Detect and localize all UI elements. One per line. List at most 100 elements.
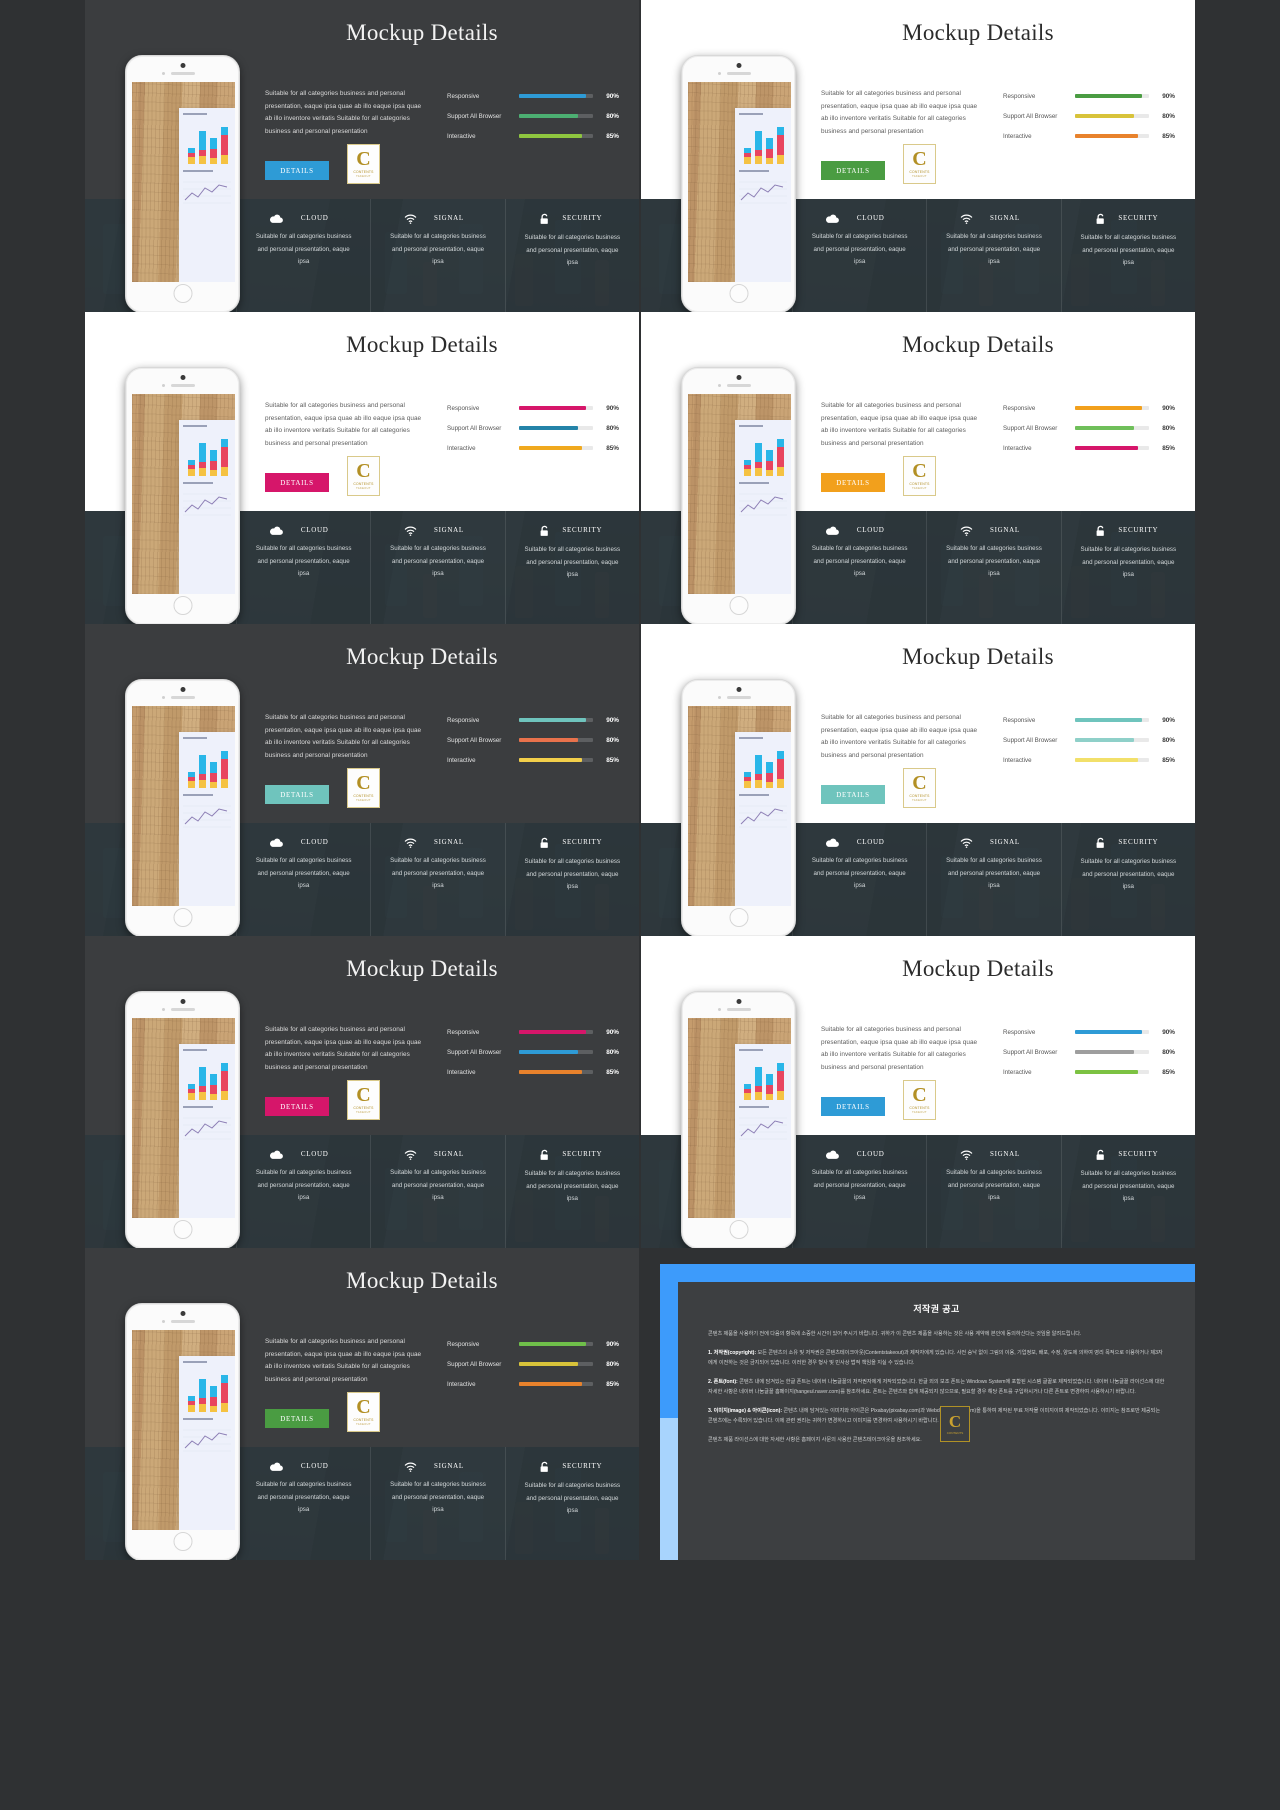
feature-signal[interactable]: SIGNAL Suitable for all categories busine…	[370, 1135, 504, 1248]
wifi-icon	[404, 1149, 417, 1160]
phone-mockup	[125, 679, 240, 936]
phone-mockup	[125, 367, 240, 624]
phone-home-button	[729, 908, 748, 927]
feature-security[interactable]: SECURITY Suitable for all categories busi…	[504, 823, 639, 936]
feature-cloud[interactable]: CLOUD Suitable for all categories busines…	[236, 823, 370, 936]
mockup-slide-7[interactable]: Mockup Details Suitable for all categori…	[85, 936, 639, 1248]
feature-head: CLOUD	[793, 837, 926, 848]
stat-label: Interactive	[1003, 756, 1032, 764]
copyright-intro: 콘텐츠 제품을 사용하기 전에 다음의 항목에 소중한 시간이 있어 주시기 바…	[708, 1331, 1082, 1337]
details-button[interactable]: DETAILS	[265, 473, 329, 492]
feature-desc: Suitable for all categories business and…	[255, 233, 352, 265]
feature-head: CLOUD	[237, 837, 370, 848]
feature-security[interactable]: SECURITY Suitable for all categories busi…	[504, 199, 639, 312]
mockup-slide-4[interactable]: Mockup Details Suitable for all categori…	[641, 312, 1195, 624]
stat-track	[1075, 1050, 1149, 1054]
feature-cloud[interactable]: CLOUD Suitable for all categories busines…	[792, 511, 926, 624]
feature-cloud[interactable]: CLOUD Suitable for all categories busines…	[236, 199, 370, 312]
feature-signal[interactable]: SIGNAL Suitable for all categories busine…	[370, 823, 504, 936]
phone-home-button	[173, 908, 192, 927]
chart-subtitle-placeholder	[739, 170, 769, 172]
feature-cloud[interactable]: CLOUD Suitable for all categories busines…	[236, 1447, 370, 1560]
phone-speaker	[170, 72, 195, 75]
chart-sheet	[179, 1044, 235, 1218]
feature-security[interactable]: SECURITY Suitable for all categories busi…	[1060, 1135, 1195, 1248]
feature-signal[interactable]: SIGNAL Suitable for all categories busine…	[370, 511, 504, 624]
feature-signal[interactable]: SIGNAL Suitable for all categories busine…	[370, 199, 504, 312]
phone-camera-icon	[736, 999, 741, 1004]
feature-head: SIGNAL	[371, 1461, 504, 1472]
feature-signal[interactable]: SIGNAL Suitable for all categories busine…	[926, 199, 1060, 312]
feature-desc: Suitable for all categories business and…	[255, 545, 352, 577]
stat-fill	[1075, 94, 1142, 98]
copyright-slide[interactable]: 저작권 공고 콘텐츠 제품을 사용하기 전에 다음의 항목에 소중한 시간이 있어…	[641, 1248, 1195, 1560]
feature-cloud[interactable]: CLOUD Suitable for all categories busines…	[236, 511, 370, 624]
feature-security[interactable]: SECURITY Suitable for all categories busi…	[504, 1447, 639, 1560]
details-button[interactable]: DETAILS	[265, 1097, 329, 1116]
details-button[interactable]: DETAILS	[821, 1097, 885, 1116]
bar-chart	[188, 1368, 231, 1412]
feature-desc: Suitable for all categories business and…	[1080, 858, 1177, 890]
copyright-item-1: 1. 저작권(copyright): 모든 콘텐츠의 소유 및 저작권은 콘텐츠…	[708, 1350, 1163, 1366]
stat-label: Support All Browser	[1003, 112, 1058, 120]
line-chart	[183, 1429, 231, 1452]
feature-cloud[interactable]: CLOUD Suitable for all categories busines…	[236, 1135, 370, 1248]
line-chart	[739, 805, 787, 828]
feature-signal[interactable]: SIGNAL Suitable for all categories busine…	[926, 823, 1060, 936]
badge-label: CONTENTS	[909, 1106, 930, 1110]
feature-desc: Suitable for all categories business and…	[1080, 1170, 1177, 1202]
details-button[interactable]: DETAILS	[265, 1409, 329, 1428]
line-chart	[739, 493, 787, 516]
badge-label: CONTENTS	[353, 482, 374, 486]
phone-mockup	[681, 55, 796, 312]
mockup-slide-9[interactable]: Mockup Details Suitable for all categori…	[85, 1248, 639, 1560]
feature-security[interactable]: SECURITY Suitable for all categories busi…	[1060, 511, 1195, 624]
contents-badge: C CONTENTS TAKEOUT	[347, 1392, 380, 1432]
badge-letter: C	[912, 772, 927, 794]
details-button[interactable]: DETAILS	[265, 161, 329, 180]
badge-sublabel: TAKEOUT	[912, 799, 927, 802]
chart-subtitle-placeholder	[183, 1106, 213, 1108]
line-chart	[739, 181, 787, 204]
stat-label: Responsive	[1003, 404, 1036, 412]
feature-security[interactable]: SECURITY Suitable for all categories busi…	[504, 511, 639, 624]
mockup-slide-5[interactable]: Mockup Details Suitable for all categori…	[85, 624, 639, 936]
mockup-slide-8[interactable]: Mockup Details Suitable for all categori…	[641, 936, 1195, 1248]
stat-track	[519, 114, 593, 118]
feature-name: CLOUD	[856, 1150, 885, 1158]
chart-sheet	[179, 108, 235, 282]
feature-desc: Suitable for all categories business and…	[255, 1481, 352, 1513]
badge-label: CONTENTS	[353, 1418, 374, 1422]
feature-security[interactable]: SECURITY Suitable for all categories busi…	[1060, 823, 1195, 936]
feature-cloud[interactable]: CLOUD Suitable for all categories busines…	[792, 199, 926, 312]
details-button[interactable]: DETAILS	[821, 161, 885, 180]
details-button[interactable]: DETAILS	[265, 785, 329, 804]
mockup-slide-6[interactable]: Mockup Details Suitable for all categori…	[641, 624, 1195, 936]
mockup-slide-3[interactable]: Mockup Details Suitable for all categori…	[85, 312, 639, 624]
stat-row-responsive: Responsive 90%	[447, 1334, 622, 1354]
copyright-item-title: 3. 이미지(image) & 아이콘(icon):	[708, 1408, 783, 1414]
stat-fill	[519, 758, 582, 762]
feature-cloud[interactable]: CLOUD Suitable for all categories busines…	[792, 1135, 926, 1248]
feature-signal[interactable]: SIGNAL Suitable for all categories busine…	[926, 511, 1060, 624]
copyright-panel: 저작권 공고 콘텐츠 제품을 사용하기 전에 다음의 항목에 소중한 시간이 있어…	[678, 1282, 1195, 1560]
feature-name: CLOUD	[300, 526, 329, 534]
feature-signal[interactable]: SIGNAL Suitable for all categories busine…	[370, 1447, 504, 1560]
feature-cloud[interactable]: CLOUD Suitable for all categories busines…	[792, 823, 926, 936]
chart-sheet	[179, 732, 235, 906]
details-button[interactable]: DETAILS	[821, 473, 885, 492]
mockup-slide-1[interactable]: Mockup Details Suitable for all categori…	[85, 0, 639, 312]
stat-fill	[1075, 738, 1135, 742]
details-button[interactable]: DETAILS	[821, 785, 885, 804]
feature-name: SECURITY	[1118, 214, 1159, 222]
feature-signal[interactable]: SIGNAL Suitable for all categories busine…	[926, 1135, 1060, 1248]
stat-label: Responsive	[1003, 716, 1036, 724]
chart-subtitle-placeholder	[183, 170, 213, 172]
badge-sublabel: TAKEOUT	[912, 1111, 927, 1114]
mockup-slide-2[interactable]: Mockup Details Suitable for all categori…	[641, 0, 1195, 312]
feature-security[interactable]: SECURITY Suitable for all categories busi…	[504, 1135, 639, 1248]
feature-head: SECURITY	[506, 1461, 639, 1473]
phone-sensor-icon	[718, 1008, 721, 1011]
feature-security[interactable]: SECURITY Suitable for all categories busi…	[1060, 199, 1195, 312]
feature-name: SECURITY	[1118, 1150, 1159, 1158]
